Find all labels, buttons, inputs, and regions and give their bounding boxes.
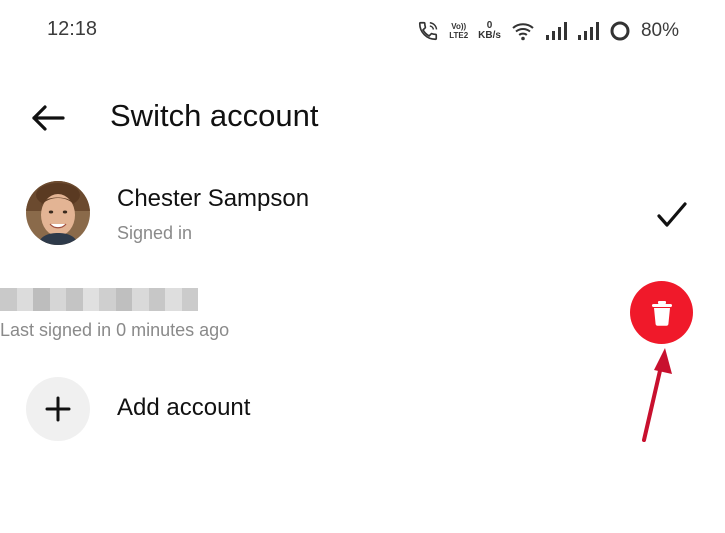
volte-top-text: Vo)) — [451, 22, 467, 31]
page-title: Switch account — [110, 98, 319, 133]
annotation-arrow-icon — [642, 348, 672, 442]
plus-icon — [45, 396, 71, 422]
status-bar: 12:18 Vo)) LTE2 0 KB/s 80% — [0, 0, 725, 64]
redacted-account-name — [0, 288, 198, 311]
account-row-other[interactable]: Last signed in 0 minutes ago — [0, 280, 725, 350]
battery-percentage: 80% — [640, 20, 679, 41]
call-icon — [417, 20, 439, 42]
remove-account-button[interactable] — [630, 281, 693, 344]
account-status: Last signed in 0 minutes ago — [0, 320, 230, 340]
signal-icon-sim2 — [577, 21, 599, 41]
app-header: Switch account — [0, 90, 725, 144]
trash-icon — [651, 300, 672, 326]
account-name: Chester Sampson — [117, 185, 310, 212]
volte-bottom-text: LTE2 — [449, 31, 469, 40]
signal-icon-sim1 — [545, 21, 567, 41]
arrow-left-icon — [32, 105, 65, 131]
account-row-current[interactable]: Chester Sampson Signed in — [0, 175, 725, 255]
status-time: 12:18 — [47, 18, 98, 40]
network-speed-unit: KB/s — [478, 30, 501, 41]
network-speed: 0 KB/s — [478, 21, 501, 41]
add-account-icon-wrap — [26, 377, 90, 441]
back-button[interactable] — [28, 98, 68, 138]
check-icon — [657, 202, 687, 227]
account-status: Signed in — [117, 223, 193, 243]
volte-indicator: Vo)) LTE2 — [449, 22, 468, 40]
battery-ring-icon — [609, 20, 631, 42]
wifi-icon — [511, 21, 535, 41]
add-account-label: Add account — [117, 394, 251, 421]
avatar — [26, 181, 90, 245]
status-icons: Vo)) LTE2 0 KB/s 80% — [417, 14, 679, 48]
add-account-button[interactable]: Add account — [0, 375, 725, 445]
